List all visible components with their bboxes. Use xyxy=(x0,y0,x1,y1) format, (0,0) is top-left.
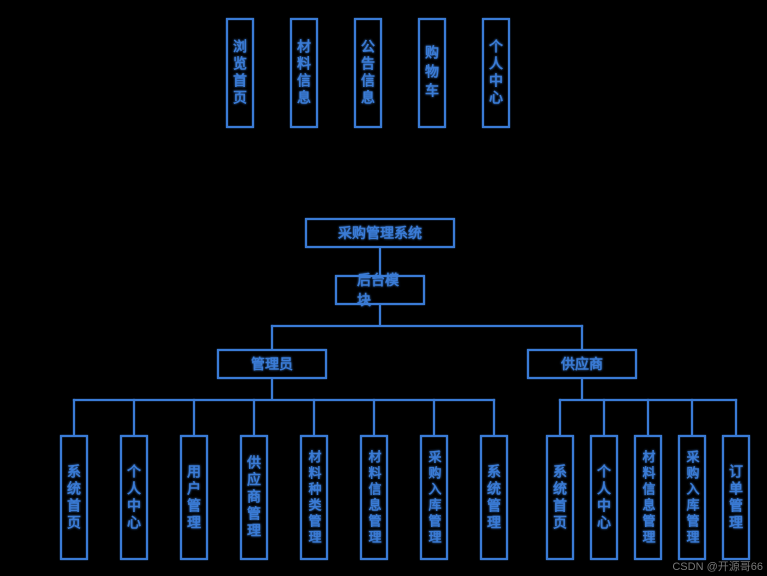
connector xyxy=(581,325,583,349)
admin-item: 材料种类管理 xyxy=(300,435,328,560)
connector xyxy=(735,399,737,435)
connector xyxy=(603,399,605,435)
admin-item: 供应商管理 xyxy=(240,435,268,560)
connector xyxy=(193,399,195,435)
connector xyxy=(559,399,561,435)
connector xyxy=(73,399,495,401)
supplier-item: 采购入库管理 xyxy=(678,435,706,560)
connector xyxy=(379,305,381,325)
nav-item: 购物车 xyxy=(418,18,446,128)
supplier-item: 材料信息管理 xyxy=(634,435,662,560)
nav-item: 材料信息 xyxy=(290,18,318,128)
connector xyxy=(313,399,315,435)
connector xyxy=(373,399,375,435)
admin-item: 系统管理 xyxy=(480,435,508,560)
supplier-item: 个人中心 xyxy=(590,435,618,560)
admin-item: 个人中心 xyxy=(120,435,148,560)
connector xyxy=(691,399,693,435)
connector xyxy=(73,399,75,435)
mid-node: 后台模块 xyxy=(335,275,425,305)
admin-item: 用户管理 xyxy=(180,435,208,560)
connector xyxy=(581,379,583,399)
connector xyxy=(493,399,495,435)
admin-item: 材料信息管理 xyxy=(360,435,388,560)
connector xyxy=(647,399,649,435)
connector xyxy=(133,399,135,435)
root-node: 采购管理系统 xyxy=(305,218,455,248)
connector xyxy=(271,325,583,327)
nav-item: 公告信息 xyxy=(354,18,382,128)
connector xyxy=(253,399,255,435)
connector xyxy=(271,379,273,399)
supplier-item: 订单管理 xyxy=(722,435,750,560)
admin-item: 系统首页 xyxy=(60,435,88,560)
admin-item: 采购入库管理 xyxy=(420,435,448,560)
supplier-item: 系统首页 xyxy=(546,435,574,560)
role-admin: 管理员 xyxy=(217,349,327,379)
nav-item: 个人中心 xyxy=(482,18,510,128)
nav-item: 浏览首页 xyxy=(226,18,254,128)
connector xyxy=(379,248,381,275)
connector xyxy=(271,325,273,349)
role-supplier: 供应商 xyxy=(527,349,637,379)
connector xyxy=(433,399,435,435)
watermark: CSDN @开源哥66 xyxy=(672,558,763,574)
